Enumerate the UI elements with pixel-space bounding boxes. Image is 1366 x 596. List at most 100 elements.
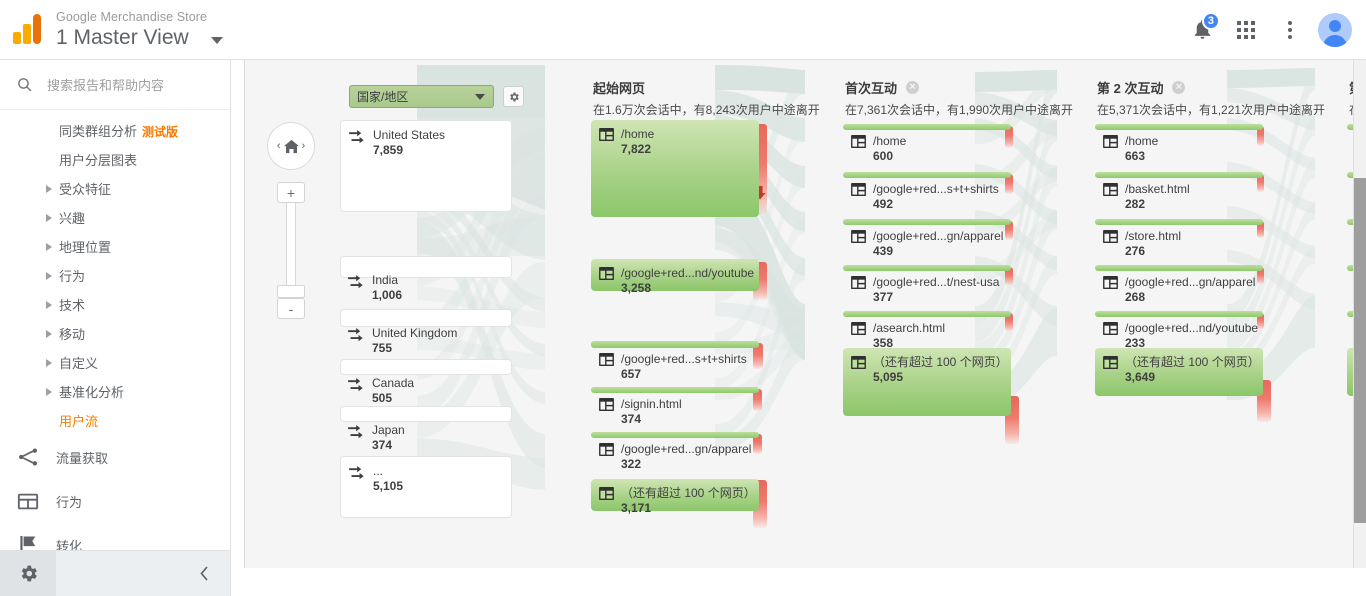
sidebar-item-interests[interactable]: 兴趣 bbox=[0, 203, 230, 232]
sidebar-item-cohort[interactable]: 同类群组分析测试版 bbox=[0, 116, 230, 145]
sidebar-item-benchmarking[interactable]: 基准化分析 bbox=[0, 377, 230, 406]
prev-arrow-icon[interactable]: ‹ bbox=[277, 140, 281, 152]
node-value: 3,171 bbox=[621, 501, 756, 516]
vertical-scrollbar-track[interactable] bbox=[1353, 60, 1366, 568]
notifications-button[interactable]: 3 bbox=[1180, 8, 1224, 52]
flow-node-label-group[interactable]: Canada 505 bbox=[340, 369, 420, 406]
sidebar-item-label: 用户流 bbox=[59, 411, 98, 430]
node-label: /store.html bbox=[1125, 229, 1181, 243]
page-icon bbox=[1103, 183, 1118, 196]
account-selector[interactable]: Google Merchandise Store 1 Master View bbox=[56, 0, 223, 60]
close-icon[interactable]: × bbox=[906, 81, 919, 94]
chevron-down-icon[interactable] bbox=[211, 37, 223, 44]
node-value: 492 bbox=[873, 197, 999, 212]
flow-node-label-group[interactable]: /google+red...s+t+shirts 492 bbox=[843, 175, 1005, 212]
dimension-select-label: 国家/地区 bbox=[357, 88, 408, 105]
apps-grid-icon[interactable] bbox=[1224, 8, 1268, 52]
flow-node[interactable]: /home 7,822 bbox=[591, 120, 759, 217]
flow-node-label-group[interactable]: India 1,006 bbox=[340, 266, 408, 303]
sidebar-item-mobile[interactable]: 移动 bbox=[0, 319, 230, 348]
sidebar-group-label: 转化 bbox=[56, 536, 82, 551]
node-label: United States bbox=[373, 128, 445, 142]
node-label: United Kingdom bbox=[372, 326, 457, 340]
node-value: 7,859 bbox=[373, 143, 445, 158]
avatar[interactable] bbox=[1318, 13, 1352, 47]
node-label: /google+red...nd/youtube bbox=[1125, 321, 1258, 335]
next-arrow-icon[interactable]: › bbox=[302, 140, 306, 152]
flow-settings-button[interactable] bbox=[503, 86, 524, 107]
page-icon bbox=[851, 183, 866, 196]
flow-node-label-group[interactable]: /asearch.html 358 bbox=[843, 314, 951, 351]
sidebar-item-label: 移动 bbox=[59, 324, 85, 343]
sidebar-item-label: 自定义 bbox=[59, 353, 98, 372]
column-title: 第 2 次互动 bbox=[1097, 78, 1163, 97]
flow-node-label-group[interactable]: /home 663 bbox=[1095, 127, 1164, 164]
flow-node-label-group[interactable]: /google+red...gn/apparel 439 bbox=[843, 222, 1009, 259]
sidebar-item-label: 行为 bbox=[59, 266, 85, 285]
flow-node-label-group[interactable]: /basket.html 282 bbox=[1095, 175, 1196, 212]
search-icon bbox=[16, 76, 33, 93]
sidebar-nav: 同类群组分析测试版 用户分层图表 受众特征 兴趣 地理位置 行为 bbox=[0, 110, 230, 550]
flow-node-label-group[interactable]: United Kingdom 755 bbox=[340, 319, 463, 356]
node-label: /home bbox=[1125, 134, 1158, 148]
zoom-slider[interactable]: + - bbox=[277, 182, 305, 319]
sidebar-item-demographics[interactable]: 受众特征 bbox=[0, 174, 230, 203]
node-value: 377 bbox=[873, 290, 999, 305]
flow-node-label-group[interactable]: /google+red...nd/youtube 233 bbox=[1095, 314, 1264, 351]
zoom-track[interactable] bbox=[286, 203, 296, 285]
top-bar: Google Merchandise Store 1 Master View 3 bbox=[0, 0, 1366, 60]
flow-node[interactable]: ... 5,105 bbox=[340, 456, 512, 518]
zoom-out-button[interactable]: - bbox=[277, 298, 305, 319]
pan-zoom-control[interactable]: ‹ › + - bbox=[263, 122, 319, 319]
zoom-handle[interactable] bbox=[277, 285, 305, 298]
flow-node-label-group[interactable]: /google+red...s+t+shirts 657 bbox=[591, 345, 753, 382]
sidebar-item-geo[interactable]: 地理位置 bbox=[0, 232, 230, 261]
search-input[interactable]: 搜索报告和帮助内容 bbox=[0, 60, 230, 110]
flow-node[interactable]: （还有超过 100 个网页） 3,649 bbox=[1095, 348, 1263, 396]
entrance-arrow-icon bbox=[349, 466, 366, 480]
user-flow-canvas[interactable]: ‹ › + - 国家/地区 bbox=[244, 60, 1366, 568]
zoom-in-button[interactable]: + bbox=[277, 182, 305, 203]
flow-node-label-group[interactable]: /signin.html 374 bbox=[591, 390, 688, 427]
node-label: /google+red...t/nest-usa bbox=[873, 275, 999, 289]
flow-node-label-group[interactable]: /home 600 bbox=[843, 127, 912, 164]
sidebar-item-technology[interactable]: 技术 bbox=[0, 290, 230, 319]
collapse-sidebar-button[interactable] bbox=[56, 565, 230, 582]
flow-node[interactable]: （还有超过 100 个网页） 3,171 bbox=[591, 479, 759, 511]
node-label: （还有超过 100 个网页） bbox=[1125, 355, 1260, 369]
vertical-scrollbar-thumb[interactable] bbox=[1354, 178, 1366, 523]
view-name: 1 Master View bbox=[56, 25, 189, 51]
sidebar-group-acquisition[interactable]: 流量获取 bbox=[0, 435, 230, 479]
flow-node-label-group[interactable]: /store.html 276 bbox=[1095, 222, 1187, 259]
node-label: /basket.html bbox=[1125, 182, 1190, 196]
sidebar-item-custom[interactable]: 自定义 bbox=[0, 348, 230, 377]
dimension-select[interactable]: 国家/地区 bbox=[349, 85, 494, 108]
triangle-right-icon bbox=[46, 214, 52, 222]
kebab-menu-icon[interactable] bbox=[1268, 8, 1312, 52]
reset-view-button[interactable]: ‹ › bbox=[267, 122, 315, 170]
node-value: 3,258 bbox=[621, 281, 754, 296]
flow-node[interactable]: /google+red...nd/youtube 3,258 bbox=[591, 259, 759, 291]
node-label: /asearch.html bbox=[873, 321, 945, 335]
triangle-right-icon bbox=[46, 185, 52, 193]
node-value: 755 bbox=[372, 341, 457, 356]
flow-node-label-group[interactable]: /google+red...gn/apparel 322 bbox=[591, 435, 757, 472]
flow-node[interactable]: （还有超过 100 个网页） 5,095 bbox=[843, 348, 1011, 416]
page-icon bbox=[599, 353, 614, 366]
sidebar-item-label: 同类群组分析 bbox=[59, 124, 137, 139]
flow-node-label-group[interactable]: /google+red...t/nest-usa 377 bbox=[843, 268, 1005, 305]
flow-node-label-group[interactable]: /google+red...gn/apparel 268 bbox=[1095, 268, 1261, 305]
flow-node-label-group[interactable]: Japan 374 bbox=[340, 416, 411, 453]
sidebar-item-users-flow[interactable]: 用户流 bbox=[0, 406, 230, 435]
sidebar-group-conversions[interactable]: 转化 bbox=[0, 523, 230, 550]
sidebar-group-behavior[interactable]: 行为 bbox=[0, 479, 230, 523]
close-icon[interactable]: × bbox=[1172, 81, 1185, 94]
sidebar-item-behavior[interactable]: 行为 bbox=[0, 261, 230, 290]
sidebar-item-label: 用户分层图表 bbox=[59, 150, 137, 169]
sidebar-item-label: 兴趣 bbox=[59, 208, 85, 227]
sidebar-item-label: 地理位置 bbox=[59, 237, 111, 256]
sidebar-item-user-explorer[interactable]: 用户分层图表 bbox=[0, 145, 230, 174]
admin-settings-button[interactable] bbox=[0, 551, 56, 596]
flow-node[interactable]: United States 7,859 bbox=[340, 120, 512, 212]
beta-badge: 测试版 bbox=[142, 125, 178, 139]
